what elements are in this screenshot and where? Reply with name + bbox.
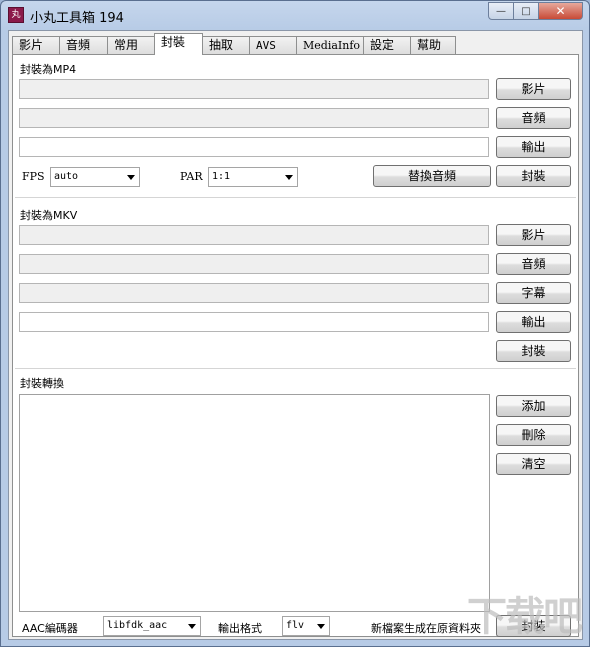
tab-mux[interactable]: 封裝 <box>154 33 203 55</box>
tab-common[interactable]: 常用 <box>107 36 155 55</box>
fps-label: FPS <box>22 170 45 183</box>
maximize-button[interactable]: □ <box>514 2 539 20</box>
clear-button[interactable]: 清空 <box>496 453 571 475</box>
convert-section-title: 封裝轉換 <box>20 377 64 390</box>
window-title: 小丸工具箱 194 <box>30 11 124 26</box>
mp4-audio-button[interactable]: 音頻 <box>496 107 571 129</box>
mp4-section-title: 封裝為MP4 <box>20 63 77 76</box>
mkv-subtitle-path[interactable] <box>19 283 489 303</box>
add-button[interactable]: 添加 <box>496 395 571 417</box>
mp4-video-button[interactable]: 影片 <box>496 78 571 100</box>
par-select[interactable]: 1:1 <box>208 167 298 187</box>
output-format-value: flv <box>286 620 305 631</box>
output-location-note: 新檔案生成在原資料夾 <box>371 622 481 635</box>
aac-encoder-select[interactable]: libfdk_aac <box>103 616 201 636</box>
mkv-output-path[interactable] <box>19 312 489 332</box>
fps-select[interactable]: auto <box>50 167 140 187</box>
fps-value: auto <box>54 171 79 182</box>
mkv-mux-button[interactable]: 封裝 <box>496 340 571 362</box>
mkv-output-button[interactable]: 輸出 <box>496 311 571 333</box>
tab-settings[interactable]: 設定 <box>363 36 411 55</box>
tab-avs[interactable]: AVS <box>249 36 297 55</box>
window-controls: — □ ✕ <box>488 2 583 20</box>
section-divider <box>15 197 576 198</box>
mkv-video-path[interactable] <box>19 225 489 245</box>
mkv-subtitle-button[interactable]: 字幕 <box>496 282 571 304</box>
tab-extract[interactable]: 抽取 <box>202 36 250 55</box>
mp4-output-path[interactable] <box>19 137 489 157</box>
tab-audio[interactable]: 音頻 <box>59 36 108 55</box>
mp4-mux-button[interactable]: 封裝 <box>496 165 571 187</box>
par-value: 1:1 <box>212 171 231 182</box>
file-list[interactable] <box>19 394 490 612</box>
section-divider <box>15 368 576 369</box>
aac-encoder-value: libfdk_aac <box>107 620 168 631</box>
mux-panel: 封裝為MP4 影片 音頻 輸出 FPS auto PAR 1:1 替換音頻 封裝… <box>12 54 579 637</box>
chevron-down-icon <box>188 624 196 629</box>
app-window: 丸 小丸工具箱 194 — □ ✕ 影片 音頻 常用 封裝 抽取 AVS Med… <box>0 0 590 647</box>
output-format-label: 輸出格式 <box>218 622 262 635</box>
mkv-section-title: 封裝為MKV <box>20 209 78 222</box>
close-button[interactable]: ✕ <box>539 2 583 20</box>
chevron-down-icon <box>317 624 325 629</box>
replace-audio-button[interactable]: 替換音頻 <box>373 165 491 187</box>
aac-encoder-label: AAC編碼器 <box>22 622 78 635</box>
mp4-video-path[interactable] <box>19 79 489 99</box>
output-format-select[interactable]: flv <box>282 616 330 636</box>
chevron-down-icon <box>285 175 293 180</box>
tab-video[interactable]: 影片 <box>12 36 60 55</box>
app-icon: 丸 <box>8 7 24 23</box>
title-bar[interactable]: 丸 小丸工具箱 194 — □ ✕ <box>1 1 589 28</box>
mkv-video-button[interactable]: 影片 <box>496 224 571 246</box>
mp4-output-button[interactable]: 輸出 <box>496 136 571 158</box>
chevron-down-icon <box>127 175 135 180</box>
mkv-audio-path[interactable] <box>19 254 489 274</box>
tab-mediainfo[interactable]: MediaInfo <box>296 36 364 55</box>
par-label: PAR <box>180 170 203 183</box>
watermark: 下载吧 <box>467 594 583 640</box>
mp4-audio-path[interactable] <box>19 108 489 128</box>
tab-strip: 影片 音頻 常用 封裝 抽取 AVS MediaInfo 設定 幫助 <box>12 33 456 55</box>
tab-help[interactable]: 幫助 <box>410 36 456 55</box>
minimize-button[interactable]: — <box>488 2 514 20</box>
delete-button[interactable]: 刪除 <box>496 424 571 446</box>
client-area: 影片 音頻 常用 封裝 抽取 AVS MediaInfo 設定 幫助 封裝為MP… <box>8 30 583 640</box>
mkv-audio-button[interactable]: 音頻 <box>496 253 571 275</box>
